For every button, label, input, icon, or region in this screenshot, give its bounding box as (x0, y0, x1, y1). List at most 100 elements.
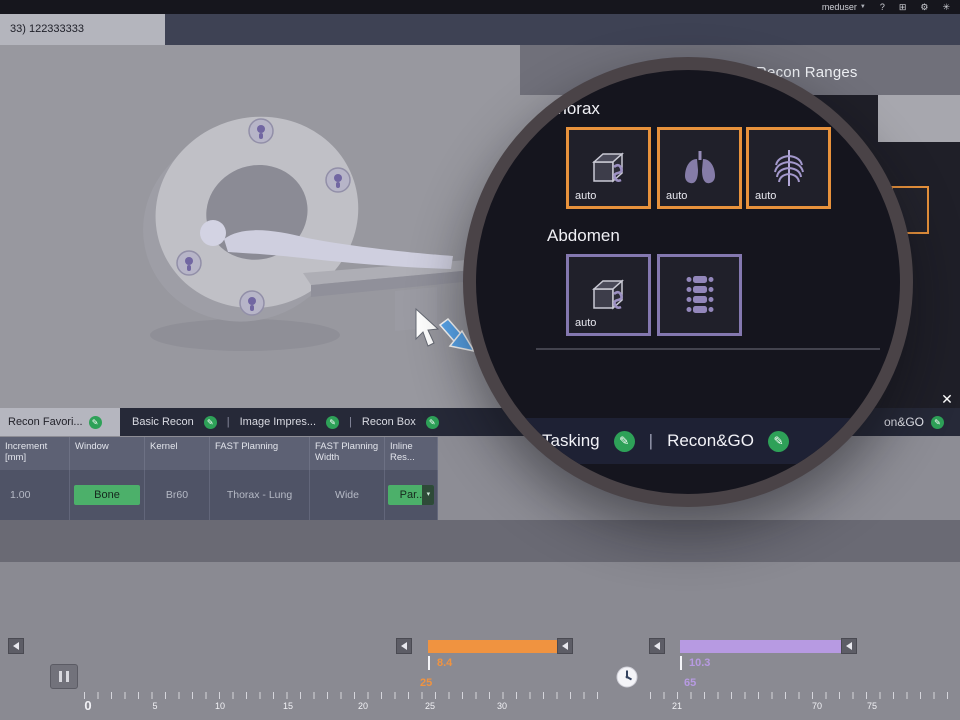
panel-divider (536, 348, 880, 350)
mid-strip (0, 520, 960, 562)
tab-basic-recon[interactable]: Basic Recon (132, 416, 194, 428)
lungs-icon (678, 148, 722, 188)
patient-tab[interactable]: 33) 122333333 (0, 14, 165, 45)
help-icon[interactable]: ? (880, 0, 885, 14)
edit-pencil-icon: ✎ (931, 416, 944, 429)
thumbnail-label: auto (666, 190, 687, 202)
ruler-label: 15 (283, 701, 293, 711)
window-cell[interactable]: Bone (70, 470, 145, 520)
edit-pencil-icon: ✎ (89, 416, 102, 429)
increment-value[interactable]: 1.00 (0, 470, 70, 520)
user-name: meduser (822, 0, 857, 14)
tab-separator: | (649, 431, 653, 451)
recon-thumbnail-thorax-abdomen[interactable]: auto (566, 127, 651, 209)
ribcage-icon (767, 147, 811, 189)
edit-pencil-icon: ✎ (326, 416, 339, 429)
fast-planning-value[interactable]: Thorax - Lung (210, 470, 310, 520)
column-header-fast-planning-width: FAST Planning Width (310, 437, 385, 470)
column-header-window: Window (70, 437, 145, 470)
edit-pencil-icon: ✎ (426, 416, 439, 429)
pause-icon (66, 671, 69, 682)
recon-table-header: Increment [mm] Window Kernel FAST Planni… (0, 437, 438, 470)
triangle-left-icon (401, 642, 407, 650)
settings-gear-icon[interactable]: ⚙ (920, 0, 928, 14)
fast-planning-width-value[interactable]: Wide (310, 470, 385, 520)
cube-organ-icon (586, 147, 632, 189)
gantry-marker[interactable] (177, 251, 201, 275)
purple-range-bar[interactable] (680, 640, 843, 653)
tab-recon-favorites[interactable]: Recon Favori... ✎ (0, 408, 120, 436)
tab-tasking[interactable]: Tasking (542, 431, 600, 451)
ruler-label: 30 (497, 701, 507, 711)
panel-light-region (878, 95, 960, 142)
thumbnail-label: auto (755, 190, 776, 202)
triangle-left-icon (13, 642, 19, 650)
timeline-left-handle[interactable] (8, 638, 24, 654)
pause-icon (59, 671, 62, 682)
tab-group: Basic Recon ✎ | Image Impres... ✎ | Reco… (132, 408, 439, 436)
purple-range-length: 10.3 (689, 657, 710, 669)
column-header-fast-planning: FAST Planning (210, 437, 310, 470)
purple-range-right-handle[interactable] (841, 638, 857, 654)
recon-thumbnail-spine[interactable] (657, 254, 742, 336)
spine-icon (680, 273, 720, 317)
patient-id-label: 33) 122333333 (10, 23, 84, 35)
ruler-label: 75 (867, 701, 877, 711)
pause-button[interactable] (50, 664, 78, 689)
section-title-abdomen: Abdomen (547, 226, 620, 246)
recon-thumbnail-lungs[interactable]: auto (657, 127, 742, 209)
thumbnail-label: auto (575, 317, 596, 329)
tab-separator: | (227, 416, 230, 428)
edit-pencil-icon: ✎ (204, 416, 217, 429)
clock-icon[interactable] (615, 665, 639, 689)
triangle-left-icon (654, 642, 660, 650)
triangle-left-icon (562, 642, 568, 650)
gantry-marker[interactable] (249, 119, 273, 143)
orange-range-length: 8.4 (437, 657, 452, 669)
section-title-thorax: Thorax (547, 99, 600, 119)
purple-range-position: 65 (684, 677, 696, 689)
edit-pencil-icon: ✎ (614, 431, 635, 452)
recon-thumbnail-abdomen[interactable]: auto (566, 254, 651, 336)
thumbnail-label: auto (575, 190, 596, 202)
inline-res-chip: Par.. ▾ (388, 485, 435, 505)
ruler-left (84, 692, 609, 699)
column-header-kernel: Kernel (145, 437, 210, 470)
orange-range-tick (428, 656, 430, 670)
magnifier-lens: Thorax auto auto (463, 57, 913, 507)
orange-range-bar[interactable] (428, 640, 557, 653)
tab-image-impression[interactable]: Image Impres... (240, 416, 316, 428)
recon-table-row: 1.00 Bone Br60 Thorax - Lung Wide Par.. … (0, 470, 438, 520)
orange-range-right-handle[interactable] (557, 638, 573, 654)
triangle-left-icon (846, 642, 852, 650)
chip-label: Par.. (400, 489, 423, 501)
dropdown-arrow-icon: ▾ (422, 485, 434, 505)
orange-range-left-handle[interactable] (396, 638, 412, 654)
tab-recon-go[interactable]: Recon&GO (667, 431, 754, 451)
tab-recon-box[interactable]: Recon Box (362, 416, 416, 428)
user-menu[interactable]: meduser ▼ (822, 0, 866, 14)
ruler-label: 10 (215, 701, 225, 711)
column-header-inline-res: Inline Res... (385, 437, 438, 470)
gantry-marker[interactable] (240, 291, 264, 315)
inline-res-cell[interactable]: Par.. ▾ (385, 470, 438, 520)
window-chip: Bone (74, 485, 141, 505)
ruler-right (650, 692, 960, 699)
recon-thumbnail-ribcage[interactable]: auto (746, 127, 831, 209)
tab-separator: | (349, 416, 352, 428)
gantry-marker[interactable] (326, 168, 350, 192)
edit-pencil-icon: ✎ (768, 431, 789, 452)
window-layout-icon[interactable]: ⊞ (899, 0, 907, 14)
apps-icon[interactable]: ✳ (942, 0, 950, 14)
kernel-value[interactable]: Br60 (145, 470, 210, 520)
chevron-down-icon: ▼ (860, 0, 866, 14)
column-header-increment: Increment [mm] (0, 437, 70, 470)
top-bar: meduser ▼ ? ⊞ ⚙ ✳ (0, 0, 960, 14)
purple-range-tick (680, 656, 682, 670)
tab-label: Recon Favori... (8, 416, 83, 428)
ruler-label: 21 (672, 701, 682, 711)
purple-range-left-handle[interactable] (649, 638, 665, 654)
close-icon[interactable]: ✕ (938, 390, 956, 408)
ruler-label: 0 (84, 698, 91, 713)
ruler-label: 5 (152, 701, 157, 711)
